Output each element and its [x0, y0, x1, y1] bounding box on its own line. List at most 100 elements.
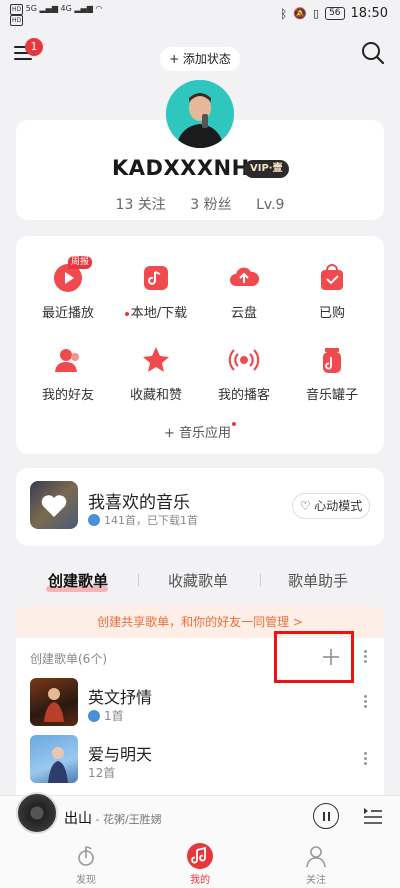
- heart-mode-label: 心动模式: [314, 499, 363, 513]
- playlist-section-more-button[interactable]: [362, 648, 368, 666]
- playlist-subtitle: 1首: [104, 709, 124, 723]
- playlist-title[interactable]: 爱与明天: [88, 741, 152, 765]
- friends-icon: [52, 344, 84, 376]
- downloaded-check-icon: [88, 710, 100, 722]
- followers-count[interactable]: 3 粉丝: [190, 197, 231, 213]
- star-icon: [140, 344, 172, 376]
- grid-label: 已购: [318, 306, 345, 321]
- nav-label: 发现: [76, 875, 96, 886]
- playlist-subtitle-wrap: 1首: [88, 707, 124, 724]
- add-status-button[interactable]: + 添加状态: [160, 47, 240, 71]
- notification-badge: 1: [25, 38, 43, 56]
- more-icon-dot: [363, 655, 367, 658]
- grid-item-recent-play[interactable]: 周报 最近播放: [22, 256, 114, 332]
- grid-item-friends[interactable]: 我的好友: [22, 344, 114, 414]
- clock: 18:50: [350, 6, 388, 21]
- grid-item-cloud-disk[interactable]: 云盘: [198, 262, 290, 332]
- heart-mode-button[interactable]: ♡ 心动模式: [292, 493, 370, 519]
- following-count[interactable]: 13 关注: [116, 197, 166, 213]
- highlight-box: [274, 631, 354, 683]
- heart-icon: [41, 495, 67, 517]
- local-download-icon: [140, 262, 172, 294]
- vibrate-icon: ▯: [313, 7, 320, 20]
- pause-button[interactable]: [313, 803, 339, 829]
- sim1-label: HD: [10, 4, 24, 15]
- playlist-cover[interactable]: [30, 735, 78, 783]
- status-bar-right: ᛒ 🔕 ▯ 56 18:50: [280, 6, 388, 21]
- recent-play-icon: 周报: [52, 256, 92, 294]
- album-disc[interactable]: [16, 792, 58, 834]
- my-music-icon: [187, 843, 213, 869]
- profile-stats: 13 关注 3 粉丝 Lv.9: [0, 194, 400, 214]
- mute-icon: 🔕: [293, 7, 308, 20]
- liked-music-subtitle: 141首，已下载1首: [88, 512, 198, 528]
- pause-icon: [323, 812, 325, 821]
- avatar-image: [166, 80, 234, 148]
- playlist-count-header: 创建歌单(6个): [30, 652, 107, 666]
- tab-divider: [260, 574, 261, 586]
- username[interactable]: KADXXXNH: [112, 156, 250, 180]
- more-icon-dot: [363, 762, 367, 765]
- grid-label: 云盘: [230, 306, 257, 321]
- search-button[interactable]: [360, 40, 386, 66]
- vip-badge[interactable]: VIP·壹: [244, 160, 289, 178]
- playlist-cover-art: [44, 688, 64, 722]
- liked-music-title: 我喜欢的音乐: [88, 493, 190, 513]
- grid-label: 音乐罐子: [305, 388, 358, 403]
- signal-icon: ▂▄▆: [39, 4, 58, 13]
- downloaded-check-icon: [88, 514, 100, 526]
- tab-created-playlists[interactable]: 创建歌单: [48, 570, 108, 591]
- battery-icon: 56: [325, 7, 345, 20]
- grid-item-favorites[interactable]: 收藏和赞: [110, 344, 202, 414]
- net1-label: 5G: [25, 4, 37, 13]
- search-icon: [362, 42, 385, 65]
- follow-icon: [303, 843, 329, 869]
- grid-label: 收藏和赞: [129, 388, 182, 403]
- tab-playlist-assistant[interactable]: 歌单助手: [288, 570, 348, 591]
- purchased-icon: [316, 262, 348, 294]
- pause-icon-bar: [328, 812, 330, 821]
- now-playing-info[interactable]: 出山 - 花粥/王胜娚: [64, 808, 162, 828]
- queue-icon: [364, 808, 382, 824]
- more-icon-dot: [363, 660, 367, 663]
- sim2-label: HD: [10, 15, 24, 26]
- heart-outline-icon: ♡: [299, 499, 311, 513]
- net2-label: 4G: [60, 4, 72, 13]
- new-dot: [124, 311, 129, 316]
- wifi-icon: ◠: [95, 4, 103, 13]
- music-apps-button[interactable]: + 音乐应用: [0, 422, 400, 441]
- more-icon: [363, 752, 367, 755]
- nav-label: 关注: [306, 875, 326, 886]
- bluetooth-icon: ᛒ: [280, 6, 288, 21]
- liked-music-count: 141首，已下载1首: [104, 514, 198, 527]
- cloud-disk-icon: [228, 262, 260, 294]
- playlist-more-button[interactable]: [362, 750, 368, 768]
- podcast-icon: [228, 344, 260, 376]
- grid-item-music-jar[interactable]: 音乐罐子: [286, 344, 378, 414]
- music-jar-icon: [316, 344, 348, 376]
- menu-icon-line: [14, 58, 32, 60]
- playlist-cover[interactable]: [30, 678, 78, 726]
- nav-discover[interactable]: 发现: [56, 843, 116, 886]
- grid-item-purchased[interactable]: 已购: [286, 262, 378, 332]
- more-icon: [363, 695, 367, 698]
- playlist-queue-button[interactable]: [362, 806, 384, 826]
- nav-mine[interactable]: 我的: [170, 843, 230, 886]
- liked-music-cover: [30, 481, 78, 529]
- playlist-more-button[interactable]: [362, 693, 368, 711]
- mini-player[interactable]: [0, 795, 400, 837]
- grid-item-podcast[interactable]: 我的播客: [198, 344, 290, 414]
- level-badge[interactable]: Lv.9: [256, 197, 284, 213]
- more-icon-dot: [363, 757, 367, 760]
- avatar[interactable]: [166, 80, 234, 148]
- playlist-cover-art: [48, 747, 68, 783]
- weekly-report-tag: 周报: [67, 256, 92, 269]
- grid-label: 我的好友: [41, 388, 94, 403]
- playlist-title[interactable]: 英文抒情: [88, 684, 152, 708]
- grid-item-local-download[interactable]: 本地/下载: [110, 262, 202, 332]
- nav-follow[interactable]: 关注: [286, 843, 346, 886]
- music-apps-label: + 音乐应用: [163, 426, 232, 441]
- tab-collected-playlists[interactable]: 收藏歌单: [168, 570, 228, 591]
- more-icon-dot: [363, 700, 367, 703]
- now-playing-artist: - 花粥/王胜娚: [92, 813, 162, 826]
